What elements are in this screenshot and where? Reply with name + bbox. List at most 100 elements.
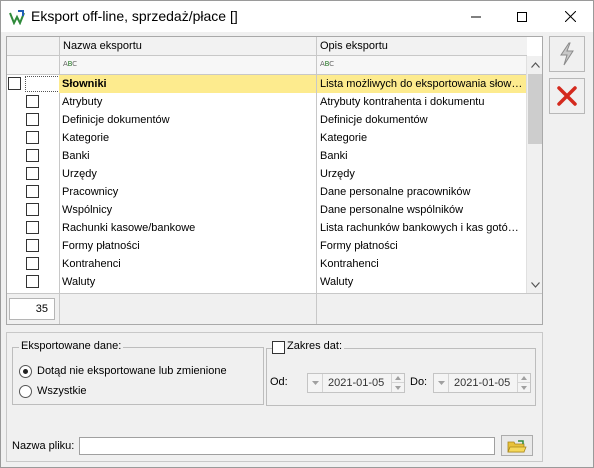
cancel-button[interactable] (549, 78, 585, 114)
date-from-dropdown[interactable] (308, 374, 323, 392)
record-count: 35 (9, 298, 55, 320)
close-button[interactable] (547, 1, 593, 32)
cell-export-name[interactable]: Pracownicy (59, 183, 316, 201)
cell-export-desc[interactable]: Kontrahenci (317, 255, 527, 273)
column-header-desc[interactable]: Opis eksportu (320, 40, 388, 52)
date-range-checkbox[interactable] (272, 341, 285, 354)
table-row[interactable]: Atrybuty Atrybuty kontrahenta i dokumentu (7, 93, 527, 111)
cell-export-name[interactable]: Rachunki kasowe/bankowe (59, 219, 316, 237)
chevron-up-icon (531, 61, 540, 68)
column-header-name[interactable]: Nazwa eksportu (63, 40, 142, 52)
spin-up-icon (395, 376, 401, 380)
row-checkbox[interactable] (26, 185, 39, 198)
row-checkbox[interactable] (26, 149, 39, 162)
cell-export-desc[interactable]: Urzędy (317, 165, 527, 183)
cancel-x-icon (557, 86, 577, 106)
spin-down-icon (395, 385, 401, 390)
row-checkbox[interactable] (26, 167, 39, 180)
window-title: Eksport off-line, sprzedaż/płace [] (31, 8, 238, 24)
row-checkbox[interactable] (26, 221, 39, 234)
cell-export-name[interactable]: Kontrahenci (59, 255, 316, 273)
lightning-icon (560, 42, 574, 66)
vertical-scrollbar[interactable] (526, 56, 542, 293)
options-panel: Eksportowane dane: Dotąd nie eksportowan… (6, 332, 543, 462)
grid-filter-row: ABC ABC (7, 56, 527, 75)
date-from-spinner[interactable] (391, 374, 404, 392)
row-checkbox[interactable] (26, 113, 39, 126)
cell-export-name[interactable]: Formy płatności (59, 237, 316, 255)
table-row[interactable]: Definicje dokumentów Definicje dokumentów (7, 111, 527, 129)
grid-footer: 35 (7, 293, 542, 324)
cell-export-name[interactable]: Definicje dokumentów (59, 111, 316, 129)
row-checkbox[interactable] (26, 203, 39, 216)
spin-down-icon (521, 385, 527, 390)
close-icon (564, 11, 576, 22)
radio-all-label[interactable]: Wszystkie (37, 385, 87, 397)
table-row[interactable]: Pracownicy Dane personalne pracowników (7, 183, 527, 201)
row-checkbox[interactable] (26, 257, 39, 270)
table-row[interactable]: Kategorie Kategorie (7, 129, 527, 147)
cell-export-name[interactable]: Wspólnicy (59, 201, 316, 219)
row-select-checkbox[interactable] (8, 77, 21, 90)
date-range-title[interactable]: Zakres dat: (285, 340, 345, 352)
date-from-field[interactable]: 2021-01-05 (307, 373, 405, 393)
cell-export-desc[interactable]: Dane personalne pracowników (317, 183, 527, 201)
cell-export-desc[interactable]: Banki (317, 147, 527, 165)
date-range-group: Zakres dat: Od: 2021-01-05 Do: 2021-01-0… (266, 340, 536, 406)
cell-export-desc[interactable]: Formy płatności (317, 237, 527, 255)
chevron-down-icon (531, 281, 540, 288)
minimize-button[interactable] (453, 1, 499, 32)
table-row[interactable]: Słowniki Lista możliwych do eksportowania… (7, 75, 527, 93)
abc-filter-icon[interactable]: ABC (63, 60, 77, 68)
radio-not-exported[interactable] (19, 365, 32, 378)
grid-header: Nazwa eksportu Opis eksportu (7, 37, 527, 56)
exported-data-group: Eksportowane dane: Dotąd nie eksportowan… (12, 340, 264, 405)
row-checkbox[interactable] (26, 239, 39, 252)
table-row[interactable]: Wspólnicy Dane personalne wspólników (7, 201, 527, 219)
scroll-down-button[interactable] (527, 276, 542, 293)
title-bar[interactable]: Eksport off-line, sprzedaż/płace [] (1, 1, 593, 32)
date-to-field[interactable]: 2021-01-05 (433, 373, 531, 393)
cell-export-desc[interactable]: Lista możliwych do eksportowania słown… (317, 75, 527, 93)
scroll-up-button[interactable] (527, 56, 542, 73)
table-row[interactable]: Kontrahenci Kontrahenci (7, 255, 527, 273)
app-icon (9, 10, 25, 25)
export-grid: Nazwa eksportu Opis eksportu ABC ABC Sło… (6, 36, 543, 325)
table-row[interactable]: Rachunki kasowe/bankowe Lista rachunków b… (7, 219, 527, 237)
radio-all[interactable] (19, 385, 32, 398)
browse-file-button[interactable] (501, 435, 533, 456)
row-checkbox[interactable] (26, 131, 39, 144)
row-checkbox[interactable] (26, 275, 39, 288)
exported-data-title: Eksportowane dane: (19, 340, 124, 352)
maximize-button[interactable] (499, 1, 545, 32)
cell-export-name[interactable]: Atrybuty (59, 93, 316, 111)
minimize-icon (471, 16, 481, 17)
abc-filter-icon[interactable]: ABC (320, 60, 334, 68)
cell-export-name[interactable]: Banki (59, 147, 316, 165)
table-row[interactable]: Banki Banki (7, 147, 527, 165)
date-to-value: 2021-01-05 (454, 377, 511, 389)
cell-export-name[interactable]: Waluty (59, 273, 316, 291)
cell-export-desc[interactable]: Waluty (317, 273, 527, 291)
cell-export-desc[interactable]: Kategorie (317, 129, 527, 147)
date-to-dropdown[interactable] (434, 374, 449, 392)
cell-export-desc[interactable]: Dane personalne wspólników (317, 201, 527, 219)
file-name-input[interactable] (79, 437, 495, 455)
row-checkbox[interactable] (26, 95, 39, 108)
cell-export-name[interactable]: Kategorie (59, 129, 316, 147)
folder-icon (507, 439, 527, 452)
triangle-down-icon (311, 381, 319, 385)
table-row[interactable]: Urzędy Urzędy (7, 165, 527, 183)
cell-export-name[interactable]: Urzędy (59, 165, 316, 183)
export-button[interactable] (549, 36, 585, 72)
cell-export-desc[interactable]: Lista rachunków bankowych i kas gotów… (317, 219, 527, 237)
cell-export-desc[interactable]: Atrybuty kontrahenta i dokumentu (317, 93, 527, 111)
date-to-spinner[interactable] (517, 374, 530, 392)
cell-export-name[interactable]: Słowniki (59, 75, 316, 93)
table-row[interactable]: Waluty Waluty (7, 273, 527, 291)
scroll-thumb[interactable] (528, 74, 542, 144)
radio-not-exported-label[interactable]: Dotąd nie eksportowane lub zmienione (37, 365, 227, 377)
table-row[interactable]: Formy płatności Formy płatności (7, 237, 527, 255)
triangle-down-icon (437, 381, 445, 385)
cell-export-desc[interactable]: Definicje dokumentów (317, 111, 527, 129)
